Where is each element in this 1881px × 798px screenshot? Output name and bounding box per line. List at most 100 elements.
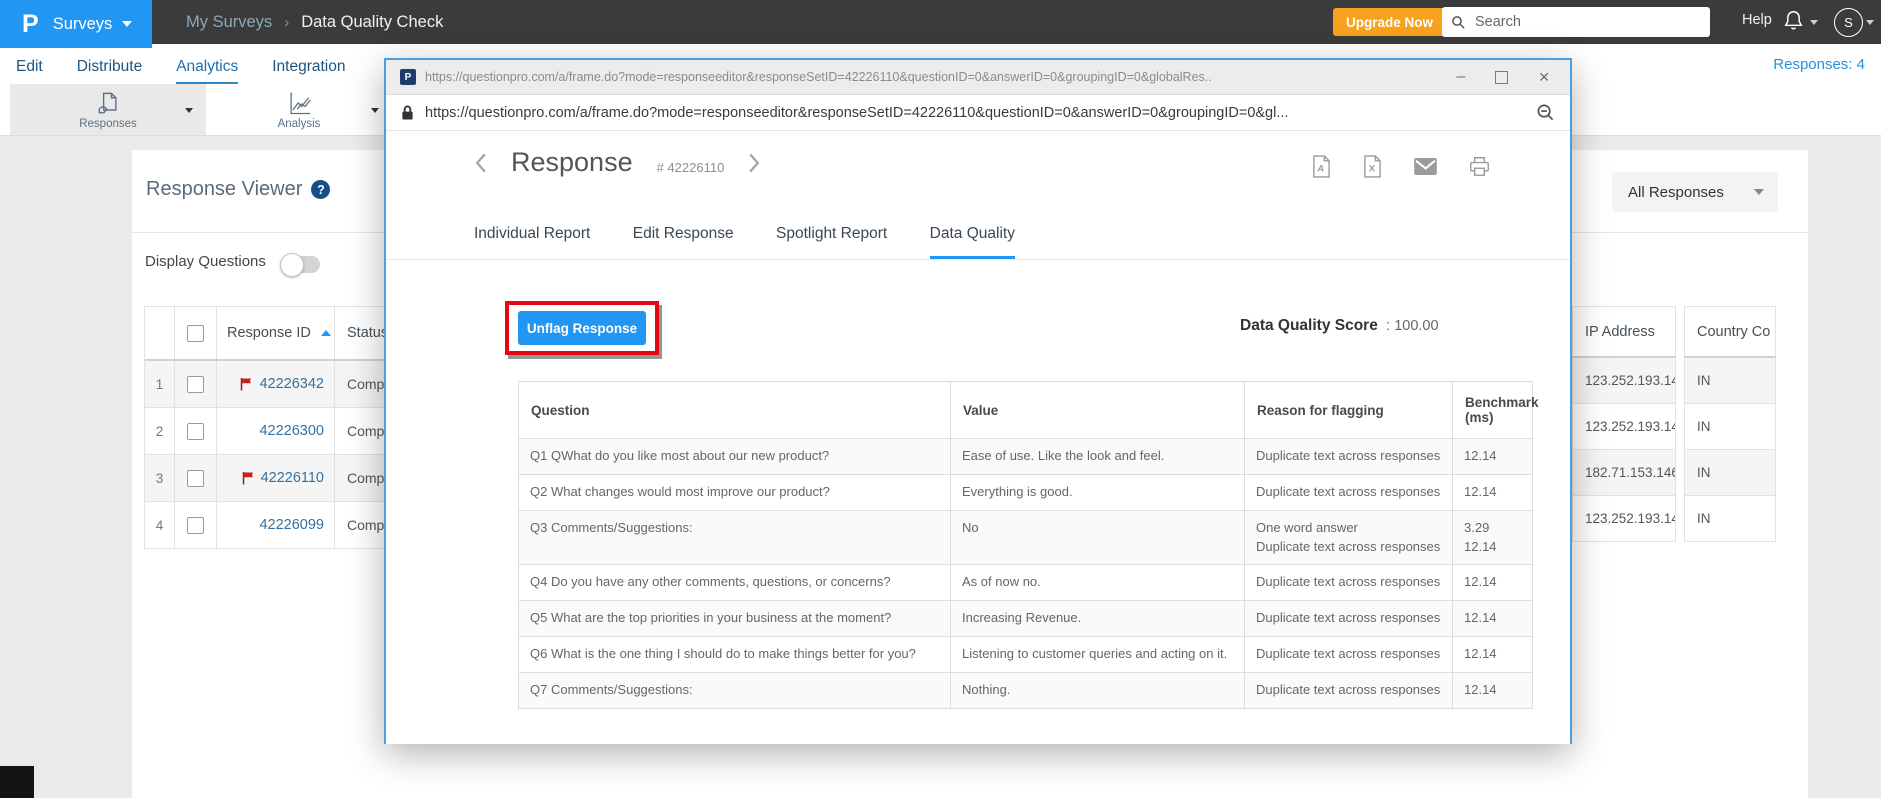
product-switcher[interactable]: P Surveys (0, 0, 152, 48)
dq-table-row: Q6 What is the one thing I should do to … (518, 636, 1533, 673)
ip-address-cell: 182.71.153.146 (1572, 450, 1676, 496)
breadcrumb-my-surveys[interactable]: My Surveys (186, 13, 272, 32)
dq-reason-cell: Duplicate text across responses (1244, 438, 1453, 475)
breadcrumb: My Surveys › Data Quality Check (186, 0, 443, 44)
country-code-cell: IN (1684, 450, 1776, 496)
row-number: 4 (145, 502, 175, 548)
response-id-label: # 42226110 (656, 159, 725, 175)
help-link[interactable]: Help (1742, 12, 1772, 28)
email-icon[interactable] (1414, 158, 1437, 175)
response-editor-tabs: Individual Report Edit Response Spotligh… (386, 225, 1570, 260)
response-editor-window: P https://questionpro.com/a/frame.do?mod… (384, 58, 1572, 744)
dq-question-cell: Q2 What changes would most improve our p… (518, 473, 951, 511)
print-icon[interactable] (1469, 156, 1490, 177)
questionpro-favicon: P (400, 69, 416, 85)
dq-benchmark-line: 12.14 (1464, 681, 1497, 697)
address-bar[interactable]: https://questionpro.com/a/frame.do?mode=… (386, 95, 1570, 131)
response-id-link[interactable]: 42226099 (259, 517, 324, 533)
tab-analytics[interactable]: Analytics (176, 58, 239, 84)
next-response-chevron-icon[interactable] (748, 152, 761, 174)
flag-icon (242, 472, 253, 485)
dq-reason-line: Duplicate text across responses (1256, 483, 1441, 499)
global-search[interactable] (1442, 7, 1710, 37)
product-label: Surveys (52, 14, 113, 33)
minimize-icon[interactable]: – (1456, 69, 1465, 85)
flag-icon (241, 378, 252, 391)
response-id-link[interactable]: 42226342 (259, 376, 324, 392)
row-checkbox[interactable] (187, 375, 204, 393)
score-value: : 100.00 (1386, 318, 1439, 334)
analysis-caret-icon[interactable] (371, 108, 379, 113)
response-id-cell[interactable]: 42226110 (217, 455, 335, 501)
toolbar-item-responses[interactable]: Responses (10, 84, 206, 135)
window-title-bar[interactable]: P https://questionpro.com/a/frame.do?mod… (386, 60, 1570, 95)
response-id-link[interactable]: 42226110 (261, 470, 324, 486)
responses-caret-icon[interactable] (185, 108, 193, 113)
display-questions-toggle[interactable] (280, 253, 320, 277)
ip-address-cell: 123.252.193.148 (1572, 496, 1676, 542)
flag-icon-wrap (239, 377, 253, 391)
search-input[interactable] (1473, 13, 1701, 31)
country-code-cell: IN (1684, 358, 1776, 404)
export-pdf-icon[interactable]: A (1312, 155, 1331, 178)
dq-reason-cell: Duplicate text across responses (1244, 600, 1453, 638)
responses-count: Responses: 4 (1773, 56, 1865, 73)
dq-reason-cell: Duplicate text across responses (1244, 564, 1453, 602)
dq-table-row: Q2 What changes would most improve our p… (518, 473, 1533, 511)
avatar[interactable]: S (1834, 8, 1863, 37)
country-code-header[interactable]: Country Co (1684, 306, 1776, 358)
dq-reason-line: Duplicate text across responses (1256, 538, 1441, 554)
page-title: Response Viewer (146, 178, 303, 200)
row-checkbox[interactable] (187, 469, 204, 487)
response-id-header[interactable]: Response ID (217, 307, 335, 359)
select-all-checkbox[interactable] (187, 324, 204, 342)
toolbar-item-analysis[interactable]: Analysis (206, 84, 392, 135)
toolbar-analysis-label: Analysis (277, 118, 321, 130)
responses-filter-dropdown[interactable]: All Responses (1612, 172, 1778, 212)
dq-benchmark-line: 12.14 (1464, 610, 1497, 626)
dq-value-cell: Nothing. (950, 671, 1245, 709)
help-question-icon[interactable]: ? (311, 180, 331, 199)
zoom-out-icon[interactable] (1536, 103, 1555, 122)
response-id-link[interactable]: 42226300 (259, 423, 324, 439)
tab-edit[interactable]: Edit (16, 58, 43, 84)
notifications-bell-icon[interactable] (1783, 9, 1804, 37)
row-checkbox-cell (175, 361, 217, 407)
responses-document-icon (98, 92, 117, 114)
display-questions-label: Display Questions (145, 253, 266, 270)
unflag-response-button[interactable]: Unflag Response (518, 311, 646, 345)
tab-data-quality[interactable]: Data Quality (929, 225, 1015, 259)
dq-reason-line: Duplicate text across responses (1256, 448, 1441, 463)
close-icon[interactable]: ✕ (1538, 69, 1550, 86)
country-code-cell: IN (1684, 404, 1776, 450)
tab-integration[interactable]: Integration (272, 58, 345, 84)
response-id-cell[interactable]: 42226300 (217, 408, 335, 454)
dq-header-value: Value (950, 381, 1245, 439)
dq-benchmark-line: 12.14 (1464, 538, 1497, 554)
previous-response-chevron-icon[interactable] (474, 152, 487, 174)
corner-artifact (0, 766, 34, 798)
top-bar: My Surveys › Data Quality Check Upgrade … (0, 0, 1881, 44)
upgrade-now-button[interactable]: Upgrade Now (1333, 8, 1447, 36)
tab-spotlight-report[interactable]: Spotlight Report (776, 225, 887, 256)
row-checkbox[interactable] (187, 516, 204, 534)
avatar-caret-icon[interactable] (1866, 20, 1874, 25)
select-all-cell (175, 307, 217, 359)
ip-address-header[interactable]: IP Address (1572, 306, 1676, 358)
bell-caret-icon[interactable] (1810, 20, 1818, 25)
row-checkbox[interactable] (187, 422, 204, 440)
response-id-cell[interactable]: 42226099 (217, 502, 335, 548)
tab-edit-response[interactable]: Edit Response (633, 225, 734, 256)
country-code-cell: IN (1684, 496, 1776, 542)
dq-benchmark-cell: 12.14 (1452, 600, 1533, 638)
maximize-icon[interactable] (1495, 70, 1509, 84)
dq-table-header-row: Question Value Reason for flagging Bench… (518, 381, 1539, 439)
search-icon (1452, 15, 1465, 29)
tab-individual-report[interactable]: Individual Report (474, 225, 590, 256)
response-id-cell[interactable]: 42226342 (217, 361, 335, 407)
export-excel-icon[interactable]: X (1363, 155, 1382, 178)
dq-value-cell: Everything is good. (950, 473, 1245, 511)
tab-distribute[interactable]: Distribute (77, 58, 142, 84)
dq-benchmark-cell: 3.29 12.14 (1452, 509, 1533, 566)
filter-caret-icon (1754, 189, 1764, 195)
